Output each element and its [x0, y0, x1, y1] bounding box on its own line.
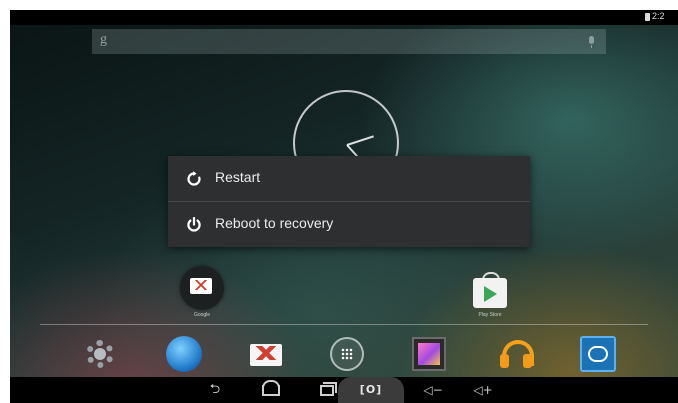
browser-icon[interactable]: [166, 336, 202, 372]
video-icon[interactable]: [580, 336, 616, 372]
film-reel: [588, 346, 608, 362]
status-time: 2:2: [652, 11, 665, 21]
gmail-m: [254, 346, 278, 360]
restart-icon: [187, 171, 201, 186]
play-store-label: Play Store: [478, 312, 502, 318]
dock-divider: [40, 324, 648, 325]
headphone-right: [523, 354, 532, 368]
screenshot-button[interactable]: [O]: [338, 377, 404, 403]
back-button[interactable]: ⮌: [198, 380, 232, 400]
google-search-icon[interactable]: g: [100, 32, 107, 48]
gallery-picture: [418, 343, 440, 365]
all-apps-button[interactable]: [330, 337, 364, 371]
search-bar[interactable]: g: [92, 29, 606, 54]
gmail-mini-icon: [190, 278, 212, 294]
reboot-to-recovery-menu-item[interactable]: Reboot to recovery: [168, 202, 530, 247]
music-icon[interactable]: [498, 336, 534, 372]
mic-icon[interactable]: [589, 36, 594, 48]
power-menu-dialog: Restart Reboot to recovery: [168, 156, 530, 247]
volume-up-button[interactable]: ◁+: [466, 380, 500, 400]
home-screen: 2:2 g Google Play Store Restart Reboot t…: [10, 10, 678, 403]
home-icon: [262, 385, 280, 396]
gallery-icon[interactable]: [412, 337, 446, 371]
all-apps-dots-icon: [341, 348, 353, 360]
power-icon: [187, 217, 201, 232]
gear-core: [94, 348, 106, 360]
battery-icon: [645, 13, 650, 21]
gmail-icon[interactable]: [248, 336, 284, 372]
clock-hour-hand: [346, 135, 374, 146]
play-store-icon[interactable]: [473, 272, 507, 308]
restart-menu-item[interactable]: Restart: [168, 156, 530, 201]
headphone-left: [500, 354, 509, 368]
play-triangle: [484, 286, 497, 302]
reboot-to-recovery-label: Reboot to recovery: [215, 215, 334, 231]
volume-down-button[interactable]: ◁−: [416, 380, 450, 400]
status-bar: 2:2: [10, 10, 678, 25]
settings-icon[interactable]: [82, 336, 118, 372]
google-folder-icon[interactable]: [180, 266, 224, 310]
google-folder-label: Google: [193, 312, 211, 318]
recents-icon: [320, 385, 334, 396]
home-button[interactable]: [254, 380, 288, 400]
navigation-bar: ⮌ [O] ◁− ◁+: [10, 377, 678, 403]
restart-label: Restart: [215, 169, 261, 185]
